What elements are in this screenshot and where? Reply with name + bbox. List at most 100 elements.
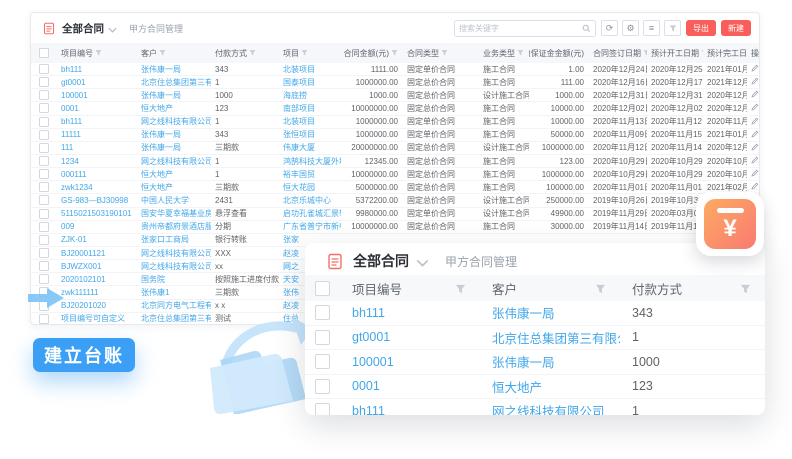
table-cell[interactable]: 国安华夏幸福基业房地产... — [137, 208, 211, 219]
search-icon[interactable] — [582, 24, 591, 33]
edit-icon[interactable] — [747, 90, 760, 100]
table-cell[interactable]: ZJK-01 — [57, 235, 137, 244]
table-cell[interactable]: 网之线科技有限公司 — [137, 116, 211, 127]
row-checkbox[interactable] — [31, 222, 57, 232]
filter-icon[interactable] — [391, 49, 398, 58]
row-checkbox[interactable] — [305, 403, 340, 415]
columns-button[interactable]: ≡ — [643, 20, 660, 36]
overlay-breadcrumb-secondary[interactable]: 甲方合同管理 — [445, 253, 517, 270]
table-cell[interactable]: gt0001 — [340, 330, 480, 344]
filter-icon[interactable] — [455, 283, 466, 294]
row-checkbox[interactable] — [31, 301, 57, 311]
table-cell[interactable]: 广东省普宁市新中医医院... — [279, 221, 341, 232]
breadcrumb-secondary[interactable]: 甲方合同管理 — [129, 22, 183, 35]
row-checkbox[interactable] — [305, 330, 340, 345]
edit-icon[interactable] — [747, 77, 760, 87]
row-checkbox[interactable] — [31, 77, 57, 87]
table-cell[interactable]: 000111 — [57, 170, 137, 179]
chevron-down-icon[interactable] — [416, 259, 429, 267]
row-checkbox[interactable] — [305, 354, 340, 369]
edit-icon[interactable] — [747, 182, 760, 192]
table-cell[interactable]: 张家口工商局 — [137, 234, 211, 245]
filter-icon[interactable] — [301, 49, 308, 58]
table-cell[interactable]: 张伟康一局 — [137, 129, 211, 140]
table-cell[interactable]: BJ20001121 — [57, 249, 137, 258]
filter-icon[interactable] — [517, 49, 524, 58]
table-cell[interactable]: BJWZX001 — [57, 262, 137, 271]
table-cell[interactable]: 网之线科技有限公司 — [480, 401, 620, 415]
row-checkbox[interactable] — [31, 169, 57, 179]
table-cell[interactable]: 100001 — [57, 91, 137, 100]
table-cell[interactable]: GS-983—BJ30998 — [57, 196, 137, 205]
table-cell[interactable]: 恒大地产 — [137, 169, 211, 180]
table-cell[interactable]: 1234 — [57, 157, 137, 166]
edit-icon[interactable] — [747, 117, 760, 127]
table-cell[interactable]: 南部项目 — [279, 103, 341, 114]
table-cell[interactable]: 北京住总集团第三有限公司 — [137, 77, 211, 88]
edit-icon[interactable] — [747, 156, 760, 166]
table-cell[interactable]: 启功孔雀城汇景轩 — [279, 208, 341, 219]
filter-icon[interactable] — [441, 49, 448, 58]
table-cell[interactable]: 项目编号可自定义 — [57, 313, 137, 324]
row-checkbox[interactable] — [31, 90, 57, 100]
row-checkbox[interactable] — [31, 248, 57, 258]
table-cell[interactable]: 网之线科技有限公司 — [137, 248, 211, 259]
table-cell[interactable]: zwk111111 — [57, 288, 137, 297]
table-cell[interactable]: 中国人民大学 — [137, 195, 211, 206]
row-checkbox[interactable] — [31, 209, 57, 219]
table-cell[interactable]: gt0001 — [57, 78, 137, 87]
table-cell[interactable]: 2020102101 — [57, 275, 137, 284]
table-cell[interactable]: 网之线科技有限公司 — [137, 261, 211, 272]
row-checkbox[interactable] — [31, 182, 57, 192]
edit-icon[interactable] — [747, 169, 760, 179]
row-checkbox[interactable] — [31, 314, 57, 324]
filter-icon[interactable] — [595, 283, 606, 294]
table-cell[interactable]: 张伟康1 — [137, 287, 211, 298]
table-cell[interactable]: 0001 — [57, 104, 137, 113]
table-cell[interactable]: 北装项目 — [279, 116, 341, 127]
chevron-down-icon[interactable] — [108, 20, 117, 38]
table-cell[interactable]: 裕丰国贸 — [279, 169, 341, 180]
row-checkbox[interactable] — [31, 156, 57, 166]
table-cell[interactable]: 北京乐城中心 — [279, 195, 341, 206]
row-checkbox[interactable] — [31, 64, 57, 74]
table-cell[interactable]: 恒大地产 — [137, 182, 211, 193]
row-checkbox[interactable] — [305, 379, 340, 394]
search-input[interactable] — [455, 24, 582, 33]
table-cell[interactable]: 张伟康一局 — [480, 303, 620, 322]
settings-gear-button[interactable]: ⚙ — [622, 20, 639, 36]
table-cell[interactable]: 恒大花园 — [279, 182, 341, 193]
row-checkbox[interactable] — [31, 235, 57, 245]
table-cell[interactable]: 国务院 — [137, 274, 211, 285]
edit-icon[interactable] — [747, 130, 760, 140]
row-checkbox[interactable] — [31, 274, 57, 284]
row-checkbox[interactable] — [31, 103, 57, 113]
row-checkbox[interactable] — [31, 130, 57, 140]
row-checkbox[interactable] — [31, 117, 57, 127]
filter-button[interactable] — [664, 20, 681, 36]
table-cell[interactable]: 张恒项目 — [279, 129, 341, 140]
table-cell[interactable]: BJ20201020 — [57, 301, 137, 310]
table-cell[interactable]: 张伟康一局 — [480, 352, 620, 371]
table-cell[interactable]: 贵州帝都府景酒店服务有... — [137, 221, 211, 232]
edit-icon[interactable] — [747, 64, 760, 74]
filter-icon[interactable] — [95, 49, 102, 58]
filter-icon[interactable] — [159, 49, 166, 58]
refresh-button[interactable]: ⟳ — [601, 20, 618, 36]
export-button[interactable]: 导出 — [686, 20, 716, 36]
table-cell[interactable]: 100001 — [340, 355, 480, 369]
filter-icon[interactable] — [249, 49, 256, 58]
table-cell[interactable]: 国泰项目 — [279, 77, 341, 88]
table-cell[interactable]: 张伟康一局 — [137, 90, 211, 101]
edit-icon[interactable] — [747, 103, 760, 113]
table-cell[interactable]: 恒大地产 — [137, 103, 211, 114]
table-cell[interactable]: 11111 — [57, 130, 137, 139]
table-cell[interactable]: 伟康大厦 — [279, 142, 341, 153]
table-cell[interactable]: bh111 — [340, 404, 480, 415]
table-cell[interactable]: 111 — [57, 143, 137, 152]
table-cell[interactable]: 5115021503190101 — [57, 209, 137, 218]
table-cell[interactable]: bh111 — [57, 65, 137, 74]
table-cell[interactable]: 恒大地产 — [480, 377, 620, 396]
table-cell[interactable]: bh111 — [340, 306, 480, 320]
create-button[interactable]: 新建 — [721, 20, 751, 36]
